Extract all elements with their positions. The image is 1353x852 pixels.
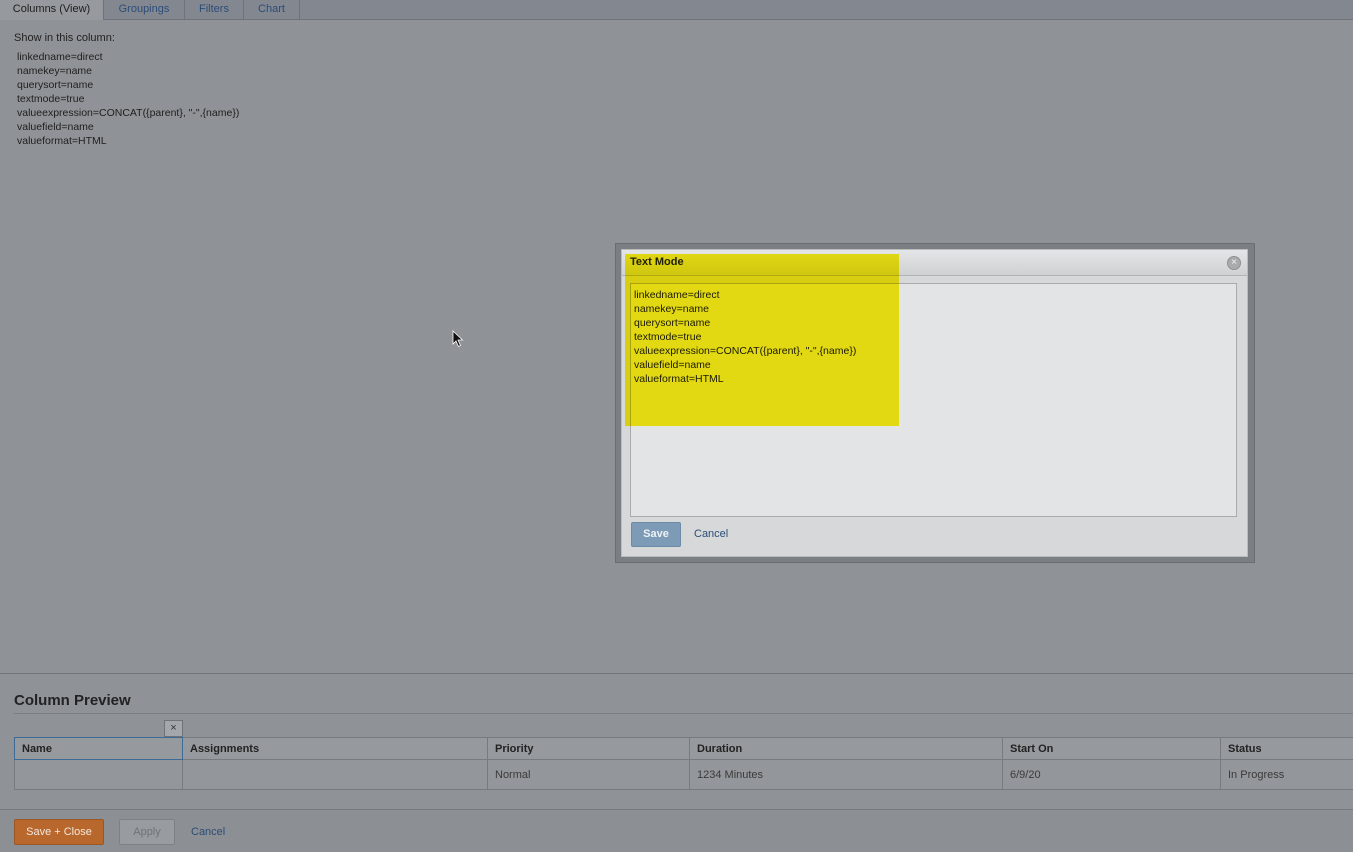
tab-filters[interactable]: Filters (185, 0, 244, 20)
dialog-header: Text Mode × (622, 250, 1247, 276)
cell-name (14, 759, 183, 790)
column-header-priority[interactable]: Priority (487, 737, 690, 760)
config-line: valueexpression=CONCAT({parent}, "-",{na… (17, 107, 240, 119)
remove-column-button[interactable]: × (164, 720, 183, 737)
text-line: querysort=name (634, 317, 711, 329)
column-header-duration[interactable]: Duration (689, 737, 1003, 760)
config-line: valueformat=HTML (17, 135, 107, 147)
column-header-status[interactable]: Status (1220, 737, 1353, 760)
section-divider (0, 673, 1353, 674)
mouse-cursor-icon (452, 330, 464, 348)
column-preview-table: Name Assignments Priority Duration Start… (14, 737, 1353, 790)
text-mode-dialog: Text Mode × linkedname=direct namekey=na… (621, 249, 1248, 557)
text-line: valueexpression=CONCAT({parent}, "-",{na… (634, 345, 857, 357)
text-line: valueformat=HTML (634, 373, 724, 385)
text-line: linkedname=direct (634, 289, 720, 301)
cell-start-on: 6/9/20 (1002, 759, 1221, 790)
preview-rule (14, 713, 1353, 714)
text-line: valuefield=name (634, 359, 711, 371)
text-mode-textarea[interactable]: linkedname=direct namekey=name querysort… (630, 283, 1237, 517)
column-preview-title: Column Preview (14, 692, 131, 709)
cell-duration: 1234 Minutes (689, 759, 1003, 790)
close-icon[interactable]: × (1227, 256, 1241, 270)
config-line: linkedname=direct (17, 51, 103, 63)
column-header-name[interactable]: Name (14, 737, 183, 760)
config-line: valuefield=name (17, 121, 94, 133)
save-button[interactable]: Save (631, 522, 681, 547)
text-line: namekey=name (634, 303, 710, 315)
table-header-row: Name Assignments Priority Duration Start… (14, 737, 1353, 760)
tab-bar: Columns (View) Groupings Filters Chart (0, 0, 1353, 20)
tab-columns-view[interactable]: Columns (View) (0, 0, 104, 20)
save-close-button[interactable]: Save + Close (14, 819, 104, 845)
cell-assignments (182, 759, 488, 790)
table-row: Normal 1234 Minutes 6/9/20 In Progress (14, 759, 1353, 790)
config-line: textmode=true (17, 93, 85, 105)
text-line: textmode=true (634, 331, 702, 343)
dialog-title: Text Mode (630, 256, 684, 268)
column-header-start-on[interactable]: Start On (1002, 737, 1221, 760)
cell-priority: Normal (487, 759, 690, 790)
column-config-text[interactable]: linkedname=direct namekey=name querysort… (17, 50, 239, 148)
tab-groupings[interactable]: Groupings (104, 0, 185, 20)
apply-button[interactable]: Apply (119, 819, 175, 845)
config-line: namekey=name (17, 65, 93, 77)
column-header-assignments[interactable]: Assignments (182, 737, 488, 760)
footer-cancel-link[interactable]: Cancel (191, 826, 225, 838)
cancel-link[interactable]: Cancel (694, 528, 728, 540)
tab-chart[interactable]: Chart (244, 0, 300, 20)
show-in-column-label: Show in this column: (14, 32, 115, 44)
config-line: querysort=name (17, 79, 94, 91)
cell-status: In Progress (1220, 759, 1353, 790)
